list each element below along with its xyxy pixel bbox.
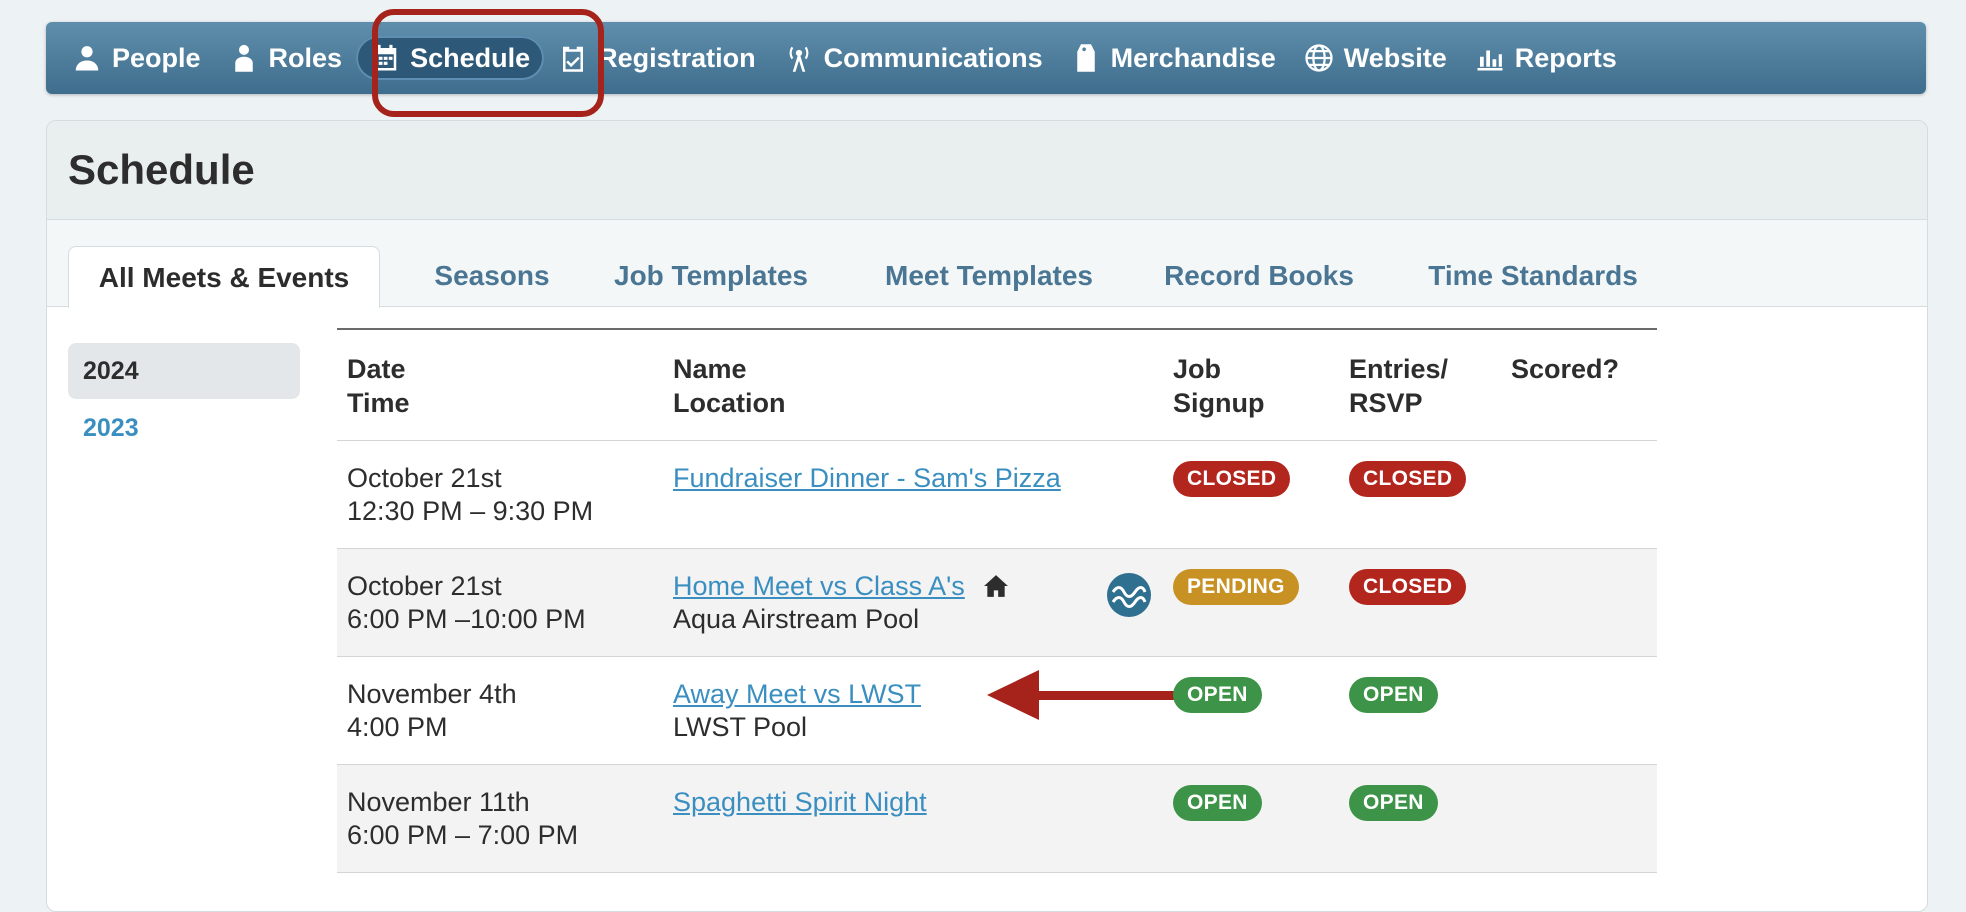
tab-record-books[interactable]: Record Books [1159, 246, 1359, 306]
nav-reports[interactable]: Reports [1461, 36, 1631, 80]
nav-website-label: Website [1343, 42, 1447, 73]
nav-communications[interactable]: Communications [770, 36, 1057, 80]
tab-meet-templates[interactable]: Meet Templates [874, 246, 1104, 306]
nav-reports-label: Reports [1514, 42, 1617, 73]
price-tag-icon [1076, 44, 1095, 72]
header-job: Job [1173, 354, 1222, 384]
header-entries-rsvp: Entries/ RSVP [1349, 352, 1448, 420]
name-cell: Home Meet vs Class A's Aqua Airstream Po… [673, 570, 965, 636]
event-link[interactable]: Home Meet vs Class A's [673, 571, 965, 601]
nav-merchandise[interactable]: Merchandise [1057, 36, 1290, 80]
event-date: November 11th [347, 787, 530, 817]
table-row: October 21st 6:00 PM –10:00 PM Home Meet… [337, 549, 1657, 657]
nav-roles[interactable]: Roles [215, 36, 357, 80]
nav-roles-label: Roles [268, 42, 343, 73]
event-time: 12:30 PM – 9:30 PM [347, 496, 594, 526]
job-signup-badge: OPEN [1173, 677, 1262, 713]
nav-website[interactable]: Website [1290, 36, 1461, 80]
job-signup-badge: OPEN [1173, 785, 1262, 821]
date-time-cell: November 11th 6:00 PM – 7:00 PM [347, 786, 578, 852]
header-date: Date [347, 354, 406, 384]
entries-badge: OPEN [1349, 677, 1438, 713]
year-2023[interactable]: 2023 [68, 400, 300, 456]
header-job-signup: Job Signup [1173, 352, 1264, 420]
entries-badge: CLOSED [1349, 461, 1467, 497]
table-row: November 11th 6:00 PM – 7:00 PM Spaghett… [337, 765, 1657, 873]
schedule-panel: Schedule All Meets & Events Seasons Job … [46, 120, 1928, 912]
tab-seasons[interactable]: Seasons [422, 246, 562, 306]
globe-icon [1305, 44, 1333, 72]
tab-job-templates[interactable]: Job Templates [606, 246, 816, 306]
nav-registration-label: Registration [598, 42, 756, 73]
header-time: Time [347, 388, 410, 418]
role-icon [234, 44, 253, 72]
header-name-location: Name Location [673, 352, 786, 420]
name-cell: Fundraiser Dinner - Sam's Pizza [673, 462, 1061, 495]
event-date: October 21st [347, 571, 502, 601]
header-location: Location [673, 388, 786, 418]
entries-badge: CLOSED [1349, 569, 1467, 605]
table-row: October 21st 12:30 PM – 9:30 PM Fundrais… [337, 441, 1657, 549]
tab-all-meets-events[interactable]: All Meets & Events [68, 246, 380, 308]
nav-communications-label: Communications [823, 42, 1043, 73]
panel-header: Schedule [47, 121, 1927, 220]
name-cell: Spaghetti Spirit Night [673, 786, 927, 819]
event-link[interactable]: Fundraiser Dinner - Sam's Pizza [673, 463, 1061, 493]
date-time-cell: October 21st 6:00 PM –10:00 PM [347, 570, 586, 636]
pool-icon[interactable] [1107, 573, 1151, 617]
main-nav: People Roles Schedule Registration Commu… [46, 22, 1926, 94]
table-row: November 4th 4:00 PM Away Meet vs LWST L… [337, 657, 1657, 765]
job-signup-badge: CLOSED [1173, 461, 1291, 497]
event-time: 4:00 PM [347, 712, 448, 742]
event-time: 6:00 PM – 7:00 PM [347, 820, 579, 850]
header-scored: Scored? [1511, 354, 1620, 384]
header-date-time: Date Time [347, 352, 410, 420]
person-icon [75, 46, 99, 71]
pointer-arrow-annotation [987, 670, 1177, 720]
date-time-cell: November 4th 4:00 PM [347, 678, 517, 744]
header-rsvp: RSVP [1349, 388, 1423, 418]
event-date: October 21st [347, 463, 502, 493]
table-header: Date Time Name Location Job Signup Entri… [337, 330, 1657, 441]
entries-badge: OPEN [1349, 785, 1438, 821]
header-entries: Entries/ [1349, 354, 1449, 384]
home-icon [984, 575, 1008, 597]
nav-people-label: People [112, 42, 201, 73]
nav-people[interactable]: People [58, 36, 215, 80]
header-signup: Signup [1173, 388, 1265, 418]
bar-chart-icon [1477, 50, 1503, 71]
tab-time-standards[interactable]: Time Standards [1418, 246, 1648, 306]
event-link[interactable]: Away Meet vs LWST [673, 679, 921, 709]
event-location: Aqua Airstream Pool [673, 604, 920, 634]
job-signup-badge: PENDING [1173, 569, 1299, 605]
name-cell: Away Meet vs LWST LWST Pool [673, 678, 921, 744]
schedule-highlight-annotation [372, 9, 604, 117]
header-name: Name [673, 354, 747, 384]
date-time-cell: October 21st 12:30 PM – 9:30 PM [347, 462, 593, 528]
antenna-icon [789, 46, 809, 72]
event-location: LWST Pool [673, 712, 808, 742]
event-date: November 4th [347, 679, 517, 709]
page-title: Schedule [68, 146, 255, 193]
nav-merchandise-label: Merchandise [1110, 42, 1276, 73]
event-link[interactable]: Spaghetti Spirit Night [673, 787, 927, 817]
event-time: 6:00 PM –10:00 PM [347, 604, 586, 634]
tab-bar: All Meets & Events Seasons Job Templates… [47, 220, 1927, 308]
events-table: Date Time Name Location Job Signup Entri… [337, 328, 1657, 873]
year-2024[interactable]: 2024 [68, 343, 300, 399]
